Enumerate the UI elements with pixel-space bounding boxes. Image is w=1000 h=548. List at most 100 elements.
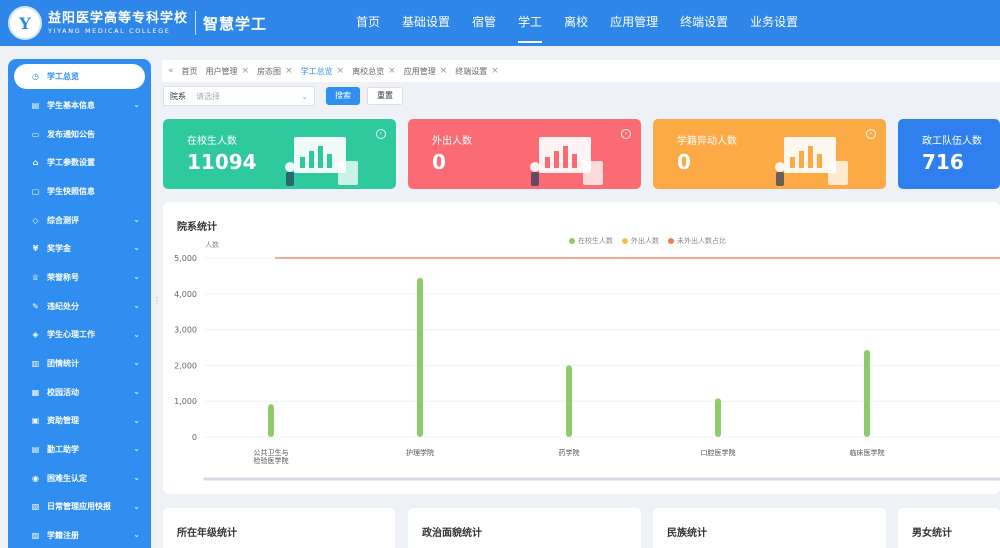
bar[interactable] bbox=[566, 365, 572, 437]
y-tick-label: 3,000 bbox=[174, 326, 197, 335]
sidebar-item[interactable]: ▧ 日常管理应用快报 ⌄ bbox=[8, 493, 151, 522]
stat-card[interactable]: 外出人数 0 › bbox=[408, 119, 641, 189]
nav-item[interactable]: 首页 bbox=[345, 0, 391, 46]
nav-item[interactable]: 终端设置 bbox=[669, 0, 739, 46]
settings-icon: ⌂ bbox=[32, 158, 39, 168]
tabs-scroll-left-icon[interactable]: « bbox=[168, 66, 174, 76]
chevron-down-icon: ⌄ bbox=[133, 329, 140, 339]
tab-label: 用户管理 bbox=[205, 66, 238, 76]
stat-card[interactable]: 在校生人数 11094 › bbox=[163, 119, 396, 189]
sidebar-item[interactable]: ◷ 学工总览 bbox=[14, 64, 145, 89]
logo[interactable]: Y 益阳医学高等专科学校 YIYANG MEDICAL COLLEGE 智慧学工 bbox=[8, 6, 267, 40]
nav-item[interactable]: 业务设置 bbox=[739, 0, 809, 46]
bar[interactable] bbox=[268, 404, 274, 437]
tab-label: 学工总览 bbox=[300, 66, 333, 76]
sidebar-item[interactable]: ♕ 荣誉称号 ⌄ bbox=[8, 263, 151, 292]
close-icon[interactable]: × bbox=[242, 66, 250, 76]
chevron-down-icon: ⌄ bbox=[133, 501, 140, 511]
chevron-down-icon: ⌄ bbox=[133, 472, 140, 482]
college-emblem-icon: Y bbox=[8, 6, 42, 40]
activity-icon: ▦ bbox=[31, 387, 40, 397]
legend-item[interactable]: 外出人数 bbox=[622, 236, 659, 246]
notice-icon: ▭ bbox=[31, 129, 40, 139]
legend-item[interactable]: 未外出人数占比 bbox=[668, 236, 726, 246]
tab-label: 房态图 bbox=[257, 66, 282, 76]
sidebar-item-label: 团情统计 bbox=[47, 359, 79, 369]
stat-card-value: 0 bbox=[432, 150, 446, 174]
nav-item[interactable]: 离校 bbox=[553, 0, 599, 46]
legend-dot-icon bbox=[668, 238, 674, 244]
stats-panel-title: 男女统计 bbox=[912, 528, 952, 539]
tab[interactable]: 学工总览 × bbox=[301, 66, 345, 77]
bar[interactable] bbox=[417, 277, 423, 437]
tab[interactable]: 房态图 × bbox=[257, 66, 293, 77]
sidebar-item[interactable]: ⌂ 学工参数设置 bbox=[8, 148, 151, 177]
sidebar-item[interactable]: ◉ 困难生认定 ⌄ bbox=[8, 464, 151, 493]
tab[interactable]: 应用管理 × bbox=[404, 66, 448, 77]
nav-item[interactable]: 基础设置 bbox=[391, 0, 461, 46]
yen-icon: ¥ bbox=[32, 244, 39, 254]
sidebar-item[interactable]: ◇ 综合测评 ⌄ bbox=[8, 206, 151, 235]
tab[interactable]: 用户管理 × bbox=[206, 66, 250, 77]
stat-card-title: 外出人数 bbox=[432, 136, 472, 147]
sidebar-item[interactable]: ▤ 学生基本信息 ⌄ bbox=[8, 91, 151, 120]
arrow-right-icon[interactable]: › bbox=[376, 129, 386, 139]
department-select[interactable]: 院系 请选择 ⌄ bbox=[163, 86, 315, 106]
tab[interactable]: 终端设置 × bbox=[455, 66, 499, 77]
bar[interactable] bbox=[715, 398, 721, 437]
legend-label: 外出人数 bbox=[631, 237, 659, 245]
assessment-icon: ◇ bbox=[32, 215, 39, 225]
sidebar-item[interactable]: ▤ 勤工助学 ⌄ bbox=[8, 435, 151, 464]
stats-panel-title: 所在年级统计 bbox=[177, 528, 237, 539]
sidebar-item[interactable]: ▨ 学籍注册 ⌄ bbox=[8, 521, 151, 548]
tab-label: 首页 bbox=[181, 66, 198, 76]
stat-card[interactable]: 学籍异动人数 0 › bbox=[653, 119, 886, 189]
y-tick-label: 0 bbox=[192, 433, 197, 442]
sidebar-collapse-handle-icon[interactable]: ⋮ bbox=[153, 296, 161, 308]
sidebar-item[interactable]: ▭ 发布通知公告 bbox=[8, 120, 151, 149]
sidebar-item[interactable]: ▦ 校园活动 ⌄ bbox=[8, 378, 151, 407]
clock-icon: ◷ bbox=[32, 72, 39, 81]
close-icon[interactable]: × bbox=[491, 66, 499, 76]
sidebar-item-label: 违纪处分 bbox=[47, 301, 79, 311]
bar[interactable] bbox=[864, 350, 870, 437]
stats-panel: 民族统计 bbox=[653, 508, 886, 548]
stat-card-title: 政工队伍人数 bbox=[922, 136, 982, 147]
chevron-down-icon: ⌄ bbox=[301, 91, 308, 101]
arrow-right-icon[interactable]: › bbox=[866, 129, 876, 139]
sidebar-item[interactable]: ▣ 资助管理 ⌄ bbox=[8, 407, 151, 436]
sidebar-item-label: 学工参数设置 bbox=[47, 158, 95, 168]
arrow-right-icon[interactable]: › bbox=[621, 129, 631, 139]
sidebar-item[interactable]: ◈ 学生心理工作 ⌄ bbox=[8, 321, 151, 350]
x-tick-label: 口腔医学院 bbox=[701, 448, 736, 457]
reset-button[interactable]: 重置 bbox=[367, 87, 403, 105]
stat-card-value: 716 bbox=[922, 150, 964, 174]
legend-item[interactable]: 在校生人数 bbox=[569, 236, 613, 246]
sidebar-item-label: 学生心理工作 bbox=[47, 330, 95, 340]
nav-item[interactable]: 学工 bbox=[507, 0, 553, 46]
profile-icon: ▤ bbox=[31, 100, 40, 110]
register-icon: ▨ bbox=[31, 531, 40, 541]
chevron-down-icon: ⌄ bbox=[133, 243, 140, 253]
tab[interactable]: 首页 bbox=[182, 66, 198, 77]
nav-item[interactable]: 应用管理 bbox=[599, 0, 669, 46]
close-icon[interactable]: × bbox=[337, 66, 345, 76]
tab-label: 应用管理 bbox=[403, 66, 436, 76]
nav-item[interactable]: 宿管 bbox=[461, 0, 507, 46]
close-icon[interactable]: × bbox=[285, 66, 293, 76]
search-button[interactable]: 搜索 bbox=[326, 87, 360, 105]
sidebar-item[interactable]: ¥ 奖学金 ⌄ bbox=[8, 234, 151, 263]
department-stats-panel: 人数 0 1,000 2,000 3,000 4,000 5,000 公共卫生与 检验医学院 护理… bbox=[163, 202, 1000, 494]
sidebar-item-label: 校园活动 bbox=[47, 387, 79, 397]
chevron-down-icon: ⌄ bbox=[133, 100, 140, 109]
sidebar: ◷ 学工总览 ▤ 学生基本信息 ⌄ ▭ 发布通知公告 ⌂ 学工参数设置 ▢ 学生快照信息 ◇ 综合测评 ⌄… bbox=[8, 59, 151, 548]
close-icon[interactable]: × bbox=[388, 66, 396, 76]
close-icon[interactable]: × bbox=[440, 66, 448, 76]
stat-card[interactable]: 政工队伍人数 716 bbox=[898, 119, 1000, 189]
psychology-icon: ◈ bbox=[32, 330, 39, 340]
sidebar-item[interactable]: ▢ 学生快照信息 bbox=[8, 177, 151, 206]
tab[interactable]: 离校总览 × bbox=[352, 66, 396, 77]
sidebar-item[interactable]: ✎ 违纪处分 ⌄ bbox=[8, 292, 151, 321]
sidebar-item[interactable]: ▥ 团情统计 ⌄ bbox=[8, 349, 151, 378]
edit-icon: ✎ bbox=[32, 301, 39, 311]
